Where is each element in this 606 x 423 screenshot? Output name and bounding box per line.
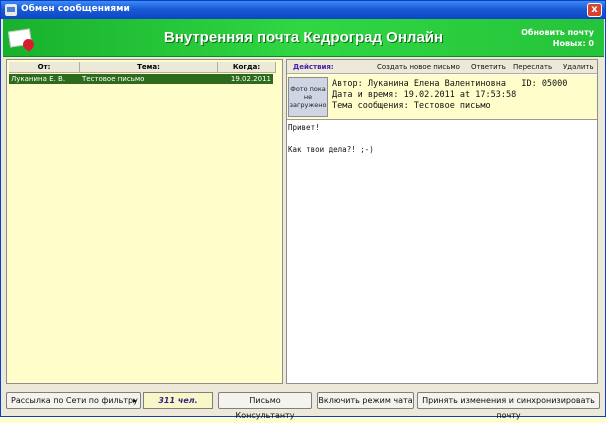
actions-bar: Действия: Создать новое письмо Ответить … <box>287 60 597 74</box>
ribbon-tip <box>25 47 33 52</box>
message-view-panel: Действия: Создать новое письмо Ответить … <box>286 59 598 384</box>
column-subject[interactable]: Тема: <box>80 62 218 73</box>
row-subject: Тестовое письмо <box>82 75 145 83</box>
author-photo: Фото пока не загружено <box>288 77 328 117</box>
row-from: Луканина Е. В. <box>11 75 66 83</box>
refresh-mail-button[interactable]: Обновить почту <box>521 27 594 38</box>
forward-button[interactable]: Переслать <box>513 63 552 71</box>
arrow-right-icon: ▸ <box>132 396 137 405</box>
list-header: От: Тема: Когда: <box>9 62 280 73</box>
column-date[interactable]: Когда: <box>218 62 276 73</box>
sync-mail-button[interactable]: Принять изменения и синхронизировать поч… <box>417 392 600 420</box>
close-button[interactable]: x <box>587 3 602 17</box>
chat-mode-label: Включить режим чата <box>318 396 413 405</box>
mailing-filter-button[interactable]: Рассылка по Сети по фильтру ▸ <box>6 392 141 409</box>
message-header: Фото пока не загружено Автор: Луканина Е… <box>287 75 597 120</box>
app-icon <box>5 4 17 16</box>
new-letter-button[interactable]: Создать новое письмо <box>377 63 460 71</box>
datetime-line: Дата и время: 19.02.2011 at 17:53:58 <box>332 90 517 100</box>
subject-line: Тема сообщения: Тестовое письмо <box>332 101 491 111</box>
table-row[interactable]: Луканина Е. В. Тестовое письмо 19.02.201… <box>9 74 273 84</box>
message-body[interactable]: Привет! Как твои дела?! ;-) <box>288 122 594 155</box>
message-list-panel: От: Тема: Когда: Луканина Е. В. Тестовое… <box>6 59 283 384</box>
app-header: Внутренняя почта Кедроград Онлайн Обнови… <box>3 19 604 57</box>
refresh-area[interactable]: Обновить почту Новых: 0 <box>521 27 594 49</box>
consultant-letter-label: Письмо Консультанту <box>235 396 295 420</box>
recipient-count: 311 чел. <box>143 392 213 409</box>
chat-mode-button[interactable]: Включить режим чата <box>317 392 414 409</box>
mailing-filter-label: Рассылка по Сети по фильтру <box>11 396 138 405</box>
column-from[interactable]: От: <box>9 62 80 73</box>
delete-button[interactable]: Удалить <box>563 63 594 71</box>
sync-mail-label: Принять изменения и синхронизировать поч… <box>422 396 595 420</box>
new-count: Новых: 0 <box>552 39 594 48</box>
consultant-letter-button[interactable]: Письмо Консультанту <box>218 392 312 420</box>
window-title: Обмен сообщениями <box>21 4 130 14</box>
author-line: Автор: Луканина Елена Валентиновна ID: 0… <box>332 79 568 89</box>
reply-button[interactable]: Ответить <box>471 63 506 71</box>
title-bar[interactable]: Обмен сообщениями x <box>1 1 605 19</box>
bottom-toolbar: Рассылка по Сети по фильтру ▸ 311 чел. П… <box>3 387 603 420</box>
row-date: 19.02.2011 <box>230 75 271 83</box>
main-window: Обмен сообщениями x Внутренняя почта Кед… <box>0 0 606 420</box>
actions-label: Действия: <box>293 63 334 71</box>
header-title: Внутренняя почта Кедроград Онлайн <box>163 29 444 46</box>
message-meta: Автор: Луканина Елена Валентиновна ID: 0… <box>332 79 567 112</box>
